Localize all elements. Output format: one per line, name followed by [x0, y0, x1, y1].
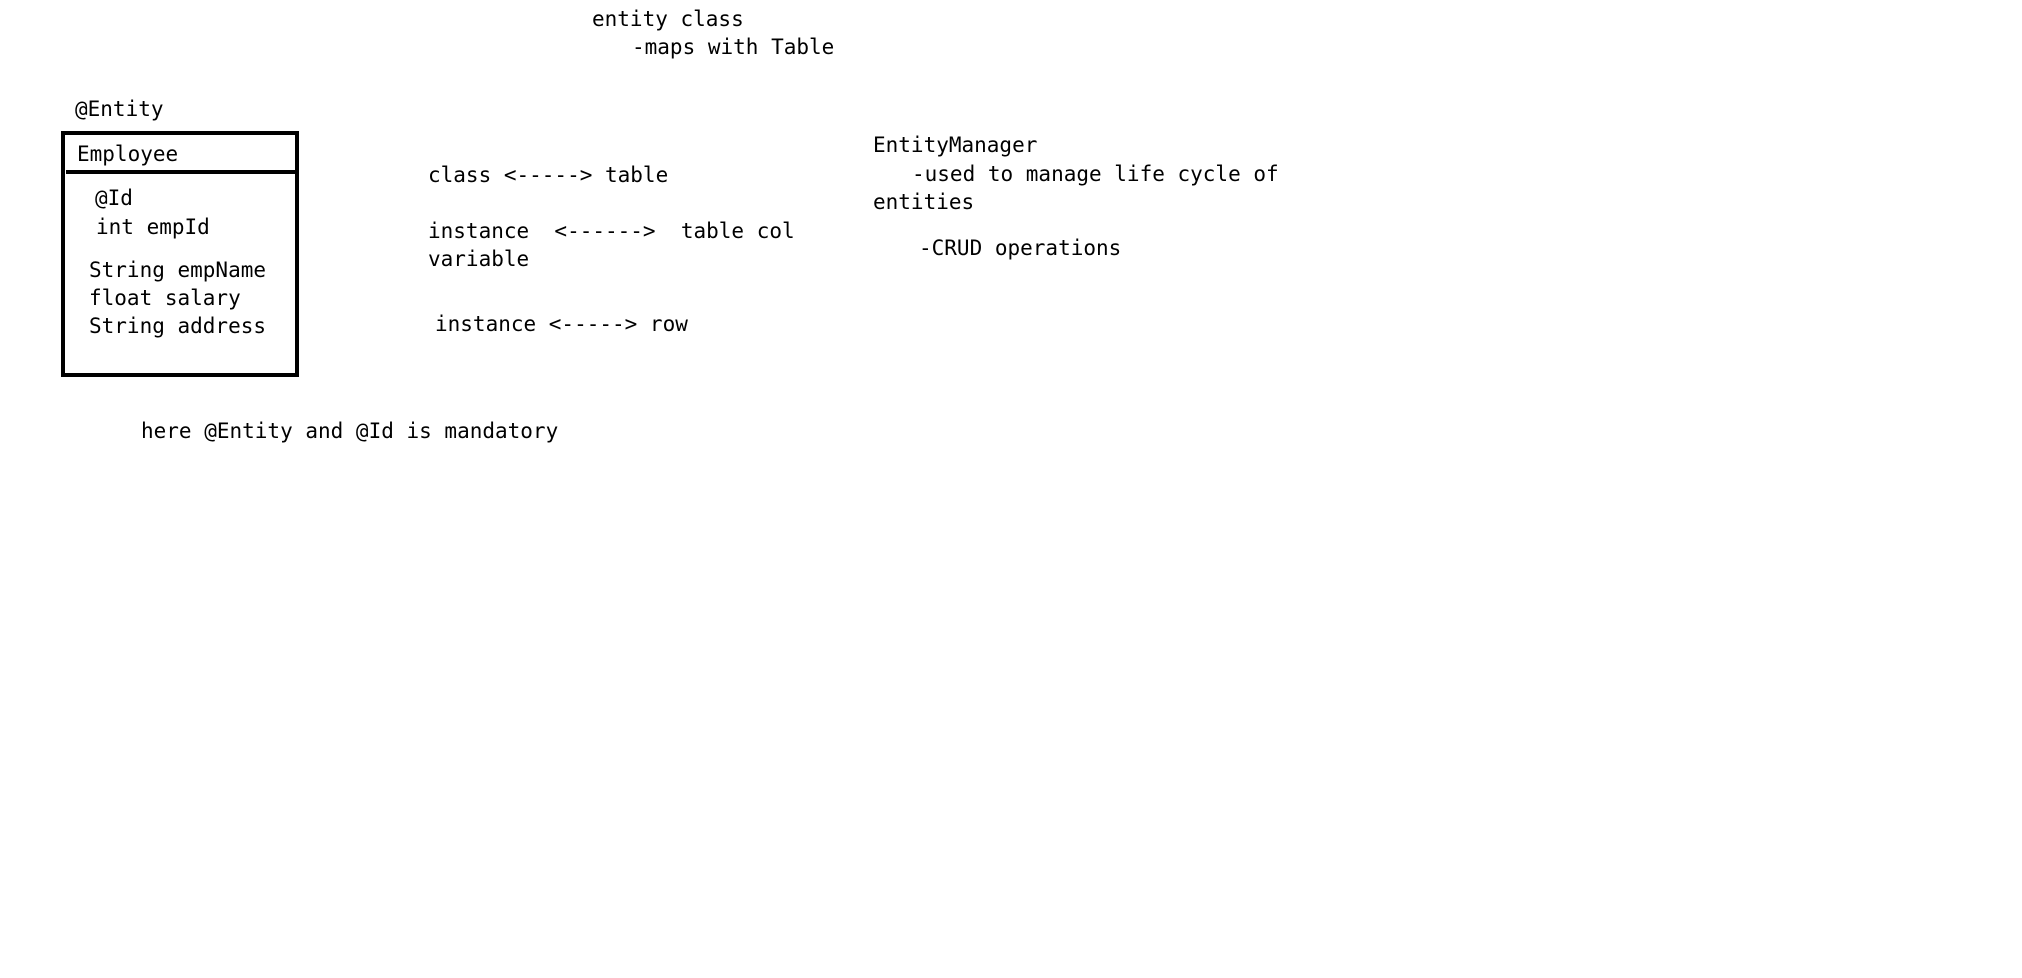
- entity-manager-crud: -CRUD operations: [919, 236, 1122, 260]
- id-annotation: @Id: [95, 186, 133, 210]
- entity-annotation-label: @Entity: [75, 97, 164, 121]
- entity-class-description: -maps with Table: [632, 35, 835, 59]
- instance-variable-mapping-line2: variable: [428, 247, 530, 271]
- entity-manager-description-line2: entities: [873, 190, 975, 214]
- field-address: String address: [89, 314, 267, 338]
- employee-class-divider: [66, 170, 299, 174]
- mandatory-annotations-note: here @Entity and @Id is mandatory: [141, 419, 559, 443]
- instance-variable-mapping-line1: instance <------> table col: [428, 219, 795, 243]
- field-salary: float salary: [89, 286, 241, 310]
- class-table-mapping: class <-----> table: [428, 163, 669, 187]
- entity-manager-description-line1: -used to manage life cycle of: [912, 162, 1279, 186]
- entity-class-title: entity class: [592, 7, 744, 31]
- entity-manager-title: EntityManager: [873, 133, 1038, 157]
- instance-row-mapping: instance <-----> row: [435, 312, 688, 336]
- employee-class-title: Employee: [77, 142, 179, 166]
- field-emp-name: String empName: [89, 258, 267, 282]
- field-emp-id: int empId: [96, 215, 210, 239]
